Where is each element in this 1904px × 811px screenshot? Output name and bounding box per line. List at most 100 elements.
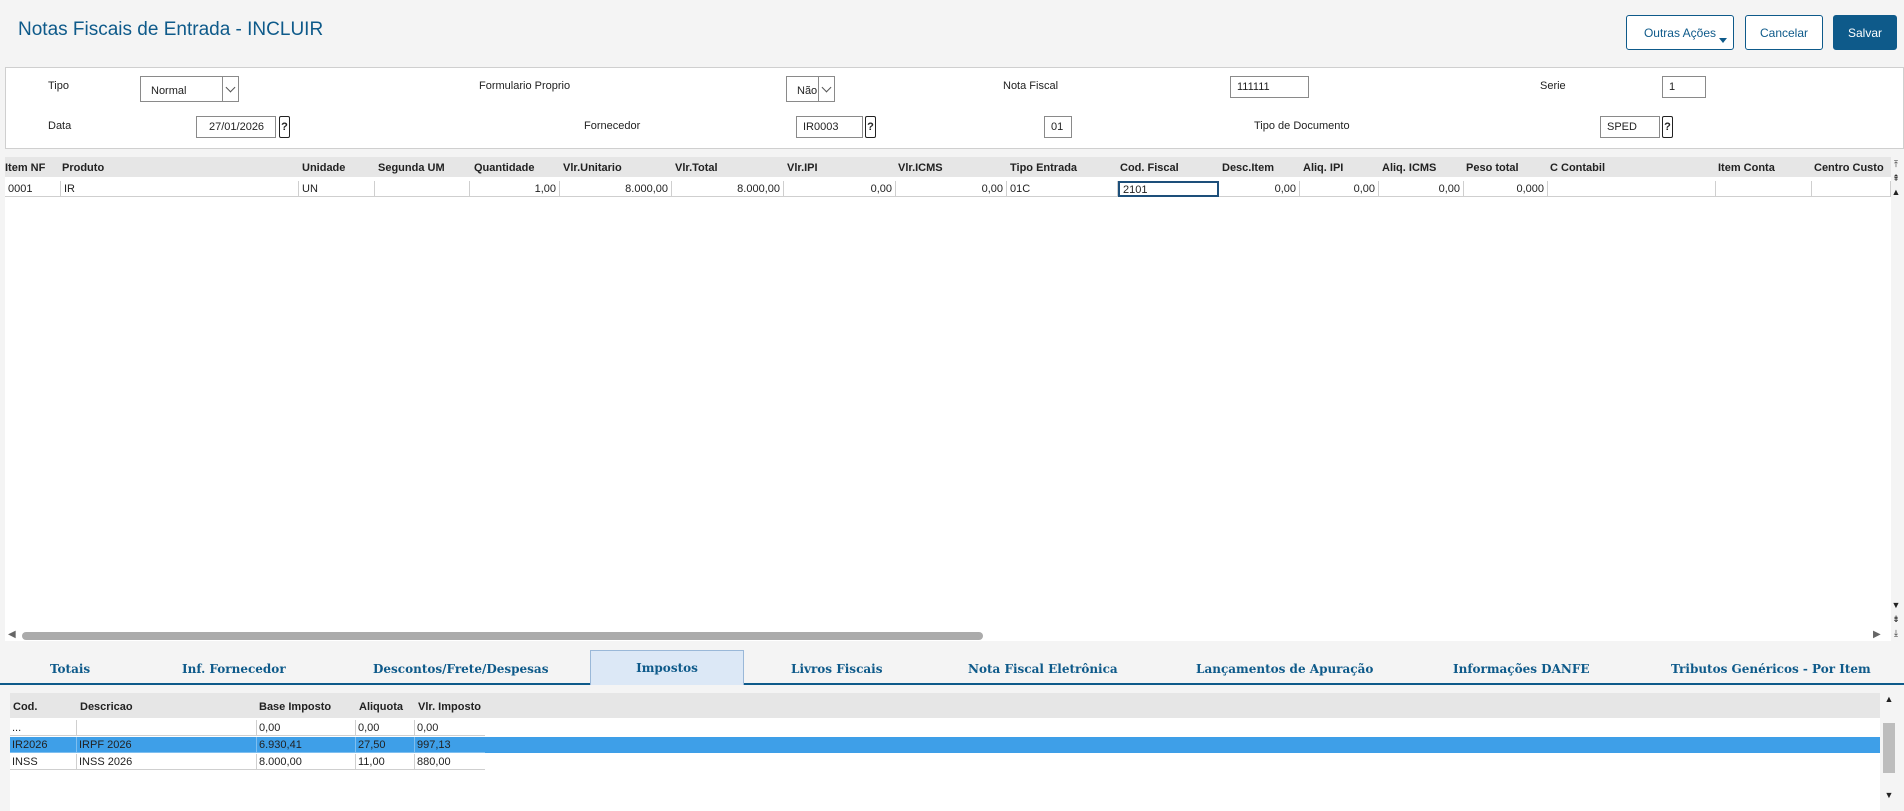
cell-segunda-um[interactable]	[375, 181, 470, 197]
outras-acoes-button[interactable]: Outras Ações	[1626, 15, 1734, 50]
col-vlr-icms[interactable]: Vlr.ICMS	[898, 162, 943, 174]
formulario-proprio-select[interactable]: Não	[786, 76, 835, 102]
cell-descricao[interactable]	[77, 720, 257, 736]
cell-aliquota[interactable]: 27,50	[356, 737, 415, 753]
col-quantidade[interactable]: Quantidade	[474, 162, 535, 174]
scroll-bottom-icon[interactable]: ⤓	[1890, 627, 1902, 639]
col-cod[interactable]: Cod.	[13, 701, 37, 713]
cell-aliquota[interactable]: 0,00	[356, 720, 415, 736]
cell-unidade[interactable]: UN	[299, 181, 375, 197]
cell-vlr-unitario[interactable]: 8.000,00	[560, 181, 672, 197]
col-segunda-um[interactable]: Segunda UM	[378, 162, 445, 174]
data-input[interactable]: 27/01/2026	[196, 116, 276, 138]
cell-base-imposto[interactable]: 6.930,41	[257, 737, 356, 753]
data-help-button[interactable]: ?	[279, 116, 290, 138]
scroll-up-icon[interactable]: ▲	[1883, 693, 1895, 705]
table-row[interactable]: INSS INSS 2026 8.000,00 11,00 880,00	[10, 754, 1880, 770]
cell-vlr-imposto[interactable]: 0,00	[415, 720, 485, 736]
tipo-documento-input[interactable]: SPED	[1600, 116, 1660, 138]
cell-item-conta[interactable]	[1716, 181, 1812, 197]
col-unidade[interactable]: Unidade	[302, 162, 345, 174]
cell-base-imposto[interactable]: 8.000,00	[257, 754, 356, 770]
col-item-nf[interactable]: Item NF	[5, 162, 45, 174]
loja-input[interactable]: 01	[1044, 116, 1072, 138]
col-c-contabil[interactable]: C Contabil	[1550, 162, 1605, 174]
scroll-left-icon[interactable]: ◀	[8, 629, 16, 640]
col-vlr-total[interactable]: Vlr.Total	[675, 162, 718, 174]
scroll-page-up-icon[interactable]: ⇞	[1890, 172, 1902, 184]
fornecedor-input[interactable]: IR0003	[796, 116, 863, 138]
cell-vlr-imposto[interactable]: 880,00	[415, 754, 485, 770]
cell-c-contabil[interactable]	[1548, 181, 1716, 197]
scroll-down-icon[interactable]: ▼	[1883, 789, 1895, 801]
col-vlr-ipi[interactable]: Vlr.IPI	[787, 162, 818, 174]
cell-centro-custo[interactable]	[1812, 181, 1891, 197]
taxes-grid[interactable]: Cod. Descricao Base Imposto Aliquota Vlr…	[10, 693, 1880, 811]
scroll-thumb[interactable]	[1883, 723, 1895, 773]
tab-livros-fiscais[interactable]: Livros Fiscais	[791, 662, 882, 676]
scroll-page-down-icon[interactable]: ⇟	[1890, 613, 1902, 625]
tab-tributos-genericos[interactable]: Tributos Genéricos - Por Item	[1671, 662, 1871, 676]
tab-inf-fornecedor[interactable]: Inf. Fornecedor	[182, 662, 286, 676]
horizontal-scrollbar[interactable]	[22, 632, 983, 640]
col-centro-custo[interactable]: Centro Custo	[1814, 162, 1884, 174]
cell-descricao[interactable]: INSS 2026	[77, 754, 257, 770]
col-base-imposto[interactable]: Base Imposto	[259, 701, 331, 713]
cell-cod[interactable]: ...	[10, 720, 77, 736]
nota-fiscal-input[interactable]: 111111	[1230, 76, 1309, 98]
col-aliq-ipi[interactable]: Aliq. IPI	[1303, 162, 1343, 174]
col-item-conta[interactable]: Item Conta	[1718, 162, 1775, 174]
col-peso-total[interactable]: Peso total	[1466, 162, 1519, 174]
taxes-vertical-scrollbar[interactable]: ▲ ▼	[1882, 693, 1896, 803]
cell-aliq-ipi[interactable]: 0,00	[1300, 181, 1379, 197]
fornecedor-help-button[interactable]: ?	[865, 116, 876, 138]
save-button[interactable]: Salvar	[1833, 15, 1897, 50]
col-tipo-entrada[interactable]: Tipo Entrada	[1010, 162, 1077, 174]
scroll-down-icon[interactable]: ▼	[1890, 599, 1902, 611]
col-aliquota[interactable]: Aliquota	[359, 701, 403, 713]
cell-aliq-icms[interactable]: 0,00	[1379, 181, 1464, 197]
scroll-right-icon[interactable]: ▶	[1873, 629, 1881, 640]
cell-desc-item[interactable]: 0,00	[1219, 181, 1300, 197]
col-descricao[interactable]: Descricao	[80, 701, 133, 713]
cell-base-imposto[interactable]: 0,00	[257, 720, 356, 736]
cell-vlr-total[interactable]: 8.000,00	[672, 181, 784, 197]
cell-aliquota[interactable]: 11,00	[356, 754, 415, 770]
tab-descontos-frete-despesas[interactable]: Descontos/Frete/Despesas	[373, 662, 548, 676]
cell-cod[interactable]: INSS	[10, 754, 77, 770]
cell-tipo-entrada[interactable]: 01C	[1007, 181, 1118, 197]
cell-cod-fiscal[interactable]: 2101	[1118, 181, 1219, 197]
serie-input[interactable]: 1	[1662, 76, 1706, 98]
cell-vlr-imposto[interactable]: 997,13	[415, 737, 485, 753]
cell-produto[interactable]: IR	[61, 181, 299, 197]
col-aliq-icms[interactable]: Aliq. ICMS	[1382, 162, 1436, 174]
cell-peso-total[interactable]: 0,000	[1464, 181, 1548, 197]
tipo-select[interactable]: Normal	[140, 76, 239, 102]
cancel-button[interactable]: Cancelar	[1745, 15, 1823, 50]
cell-item-nf[interactable]: 0001	[5, 181, 61, 197]
table-row[interactable]: ... 0,00 0,00 0,00	[10, 720, 1880, 736]
table-row[interactable]: 0001 IR UN 1,00 8.000,00 8.000,00 0,00 0…	[5, 181, 1891, 197]
tipo-documento-label: Tipo de Documento	[1254, 120, 1350, 132]
col-desc-item[interactable]: Desc.Item	[1222, 162, 1274, 174]
cell-vlr-icms[interactable]: 0,00	[896, 181, 1007, 197]
tab-lancamentos-apuracao[interactable]: Lançamentos de Apuração	[1196, 662, 1373, 676]
cell-cod[interactable]: IR2026	[10, 737, 77, 753]
col-vlr-unitario[interactable]: Vlr.Unitario	[563, 162, 622, 174]
tab-informacoes-danfe[interactable]: Informações DANFE	[1453, 662, 1590, 676]
col-cod-fiscal[interactable]: Cod. Fiscal	[1120, 162, 1179, 174]
nota-fiscal-label: Nota Fiscal	[1003, 80, 1059, 92]
col-vlr-imposto[interactable]: Vlr. Imposto	[418, 701, 481, 713]
col-produto[interactable]: Produto	[62, 162, 104, 174]
scroll-top-icon[interactable]: ⤒	[1890, 158, 1902, 170]
tipo-documento-help-button[interactable]: ?	[1662, 116, 1673, 138]
tab-totais[interactable]: Totais	[50, 662, 90, 676]
scroll-up-icon[interactable]: ▲	[1890, 186, 1902, 198]
items-grid[interactable]: Item NF Produto Unidade Segunda UM Quant…	[5, 157, 1891, 641]
table-row-selected[interactable]: IR2026 IRPF 2026 6.930,41 27,50 997,13	[10, 737, 1880, 753]
tab-nota-fiscal-eletronica[interactable]: Nota Fiscal Eletrônica	[968, 662, 1118, 676]
cell-descricao[interactable]: IRPF 2026	[77, 737, 257, 753]
tab-impostos[interactable]: Impostos	[590, 650, 744, 685]
cell-quantidade[interactable]: 1,00	[470, 181, 560, 197]
cell-vlr-ipi[interactable]: 0,00	[784, 181, 896, 197]
